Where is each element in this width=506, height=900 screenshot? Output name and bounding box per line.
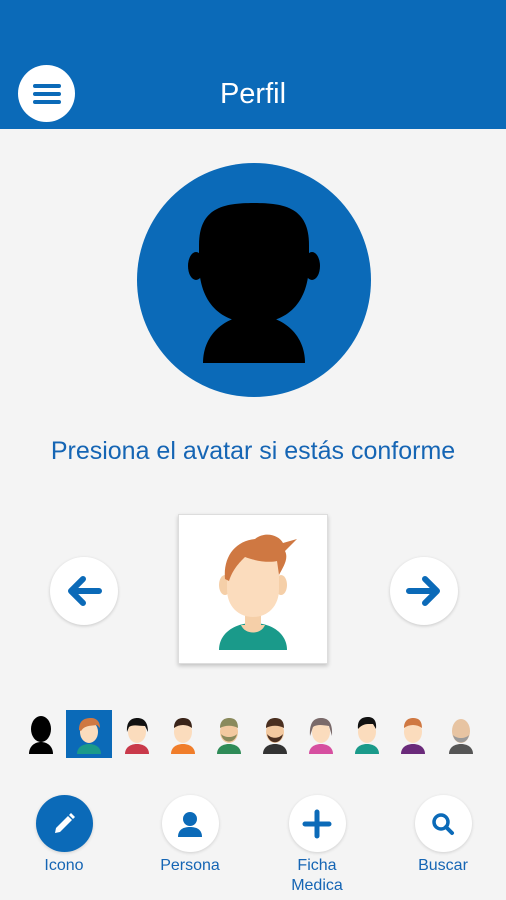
- avatar-option-black-hair-girl[interactable]: [114, 710, 160, 758]
- nav-icono-circle: [35, 795, 93, 852]
- pink-hair-girl-avatar-icon: [309, 718, 333, 754]
- avatar-option-redhead-boy[interactable]: [66, 710, 112, 758]
- arrow-right-icon: [406, 576, 440, 606]
- avatar-option-bearded-man[interactable]: [252, 710, 298, 758]
- next-avatar-button[interactable]: [390, 557, 458, 625]
- silhouette-avatar-icon: [188, 203, 320, 363]
- avatar-option-silhouette[interactable]: [18, 710, 64, 758]
- pencil-icon: [55, 812, 75, 833]
- bearded-man-avatar-icon: [263, 718, 287, 754]
- avatar-selector-strip: [18, 710, 490, 760]
- nav-persona-label: Persona: [160, 857, 220, 874]
- orange-shirt-boy-avatar-icon: [171, 718, 195, 754]
- instruction-text: Presiona el avatar si estás conforme: [50, 437, 456, 465]
- person-icon: [178, 811, 202, 837]
- avatar-option-purple-shirt-boy[interactable]: [390, 710, 436, 758]
- app-bar: Perfil: [0, 0, 506, 129]
- redhead-boy-avatar-icon: [77, 718, 101, 754]
- nav-ficha-medica-circle: [288, 795, 346, 852]
- current-avatar[interactable]: [137, 163, 371, 397]
- plus-icon: [302, 809, 332, 838]
- nav-icono[interactable]: Icono: [9, 795, 119, 876]
- nav-buscar-label: Buscar: [418, 857, 468, 874]
- dark-hair-boy-avatar-icon: [355, 717, 379, 754]
- redhead-boy-avatar-icon: [219, 534, 297, 650]
- silhouette-avatar-icon: [29, 716, 53, 754]
- arrow-left-icon: [68, 576, 102, 606]
- nav-ficha-medica[interactable]: Ficha Medica: [262, 795, 372, 896]
- avatar-option-bald-man[interactable]: [438, 710, 484, 758]
- avatar-option-dark-hair-boy[interactable]: [344, 710, 390, 758]
- black-hair-girl-avatar-icon: [125, 718, 149, 754]
- avatar-preview[interactable]: [178, 514, 328, 664]
- avatar-option-bearded-olive[interactable]: [206, 710, 252, 758]
- avatar-option-orange-shirt-boy[interactable]: [160, 710, 206, 758]
- page-title: Perfil: [219, 78, 287, 110]
- nav-persona[interactable]: Persona: [135, 795, 245, 876]
- avatar-option-pink-hair-girl[interactable]: [298, 710, 344, 758]
- bald-man-avatar-icon: [449, 719, 473, 754]
- nav-ficha-medica-label: Ficha Medica: [291, 857, 343, 894]
- nav-persona-circle: [161, 795, 219, 852]
- bearded-olive-avatar-icon: [217, 718, 241, 754]
- nav-icono-label: Icono: [44, 857, 84, 874]
- search-icon: [432, 812, 454, 835]
- nav-buscar-circle: [414, 795, 472, 852]
- previous-avatar-button[interactable]: [50, 557, 118, 625]
- nav-buscar[interactable]: Buscar: [388, 795, 498, 876]
- purple-shirt-boy-avatar-icon: [401, 718, 425, 754]
